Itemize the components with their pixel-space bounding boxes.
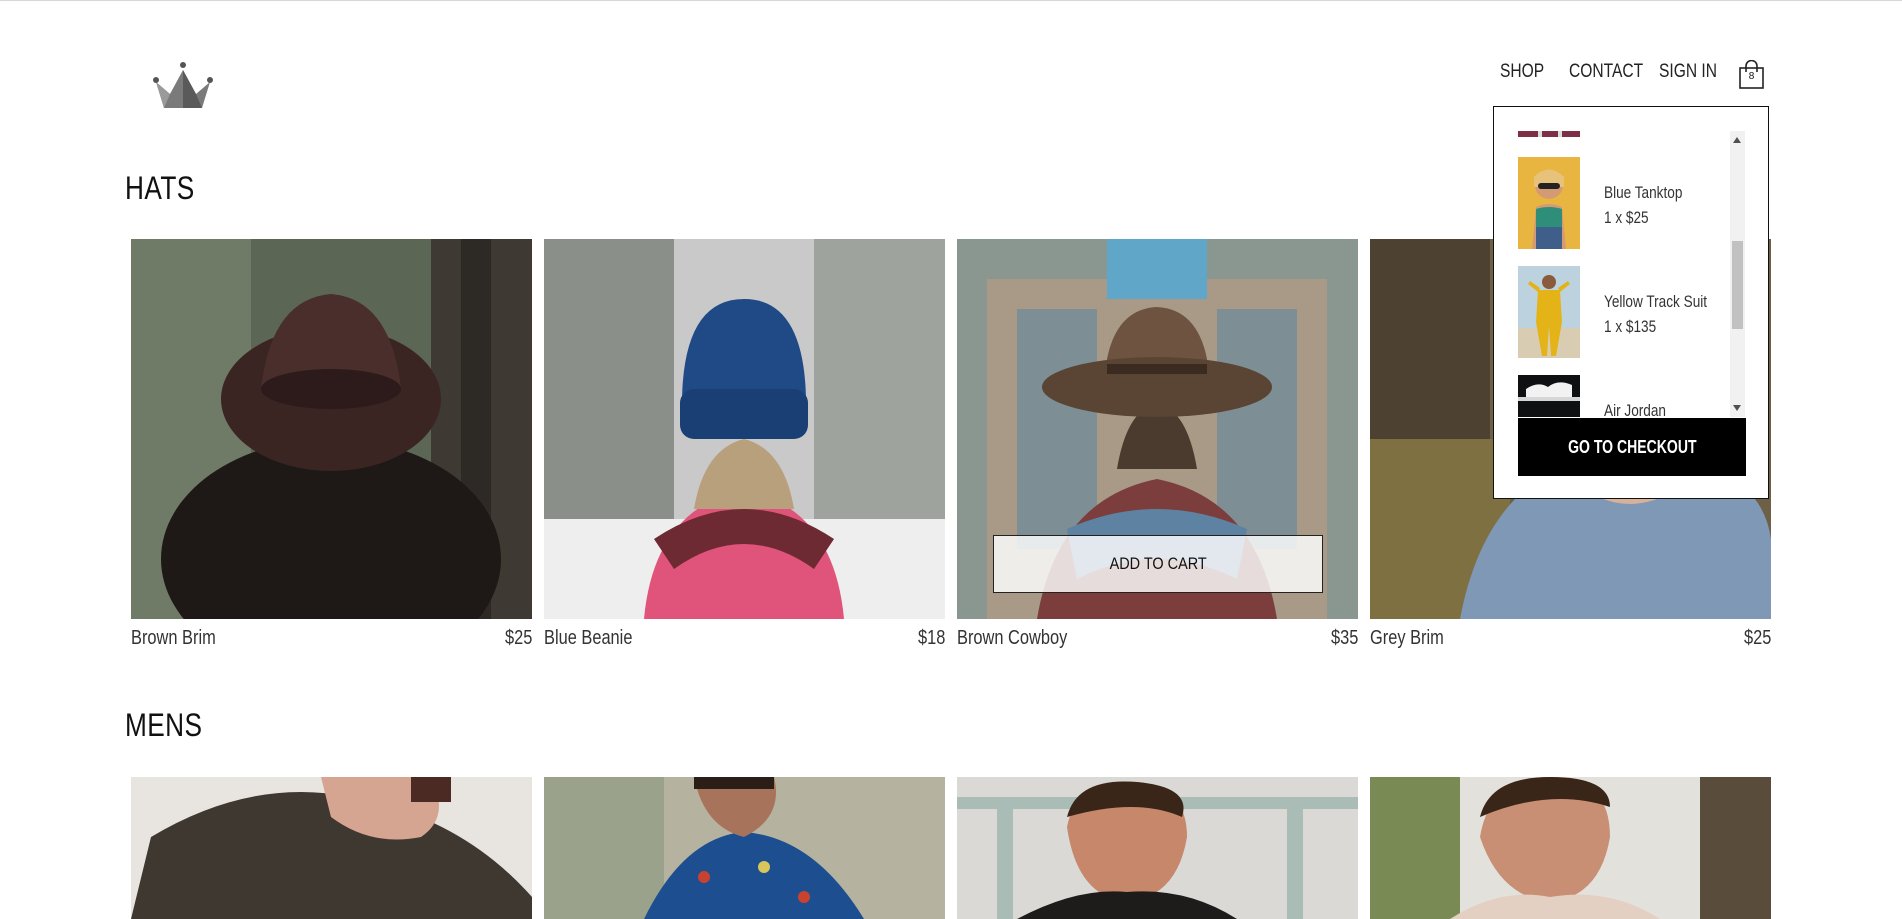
cart-item-partial xyxy=(1518,131,1728,141)
product-price: $18 xyxy=(917,627,945,649)
cart-item-thumbnail xyxy=(1518,131,1580,137)
scroll-down-arrow-icon[interactable] xyxy=(1733,405,1741,411)
cart-bag-button[interactable]: 8 xyxy=(1738,59,1765,90)
cart-item-qty-price: 1 x $135 xyxy=(1604,317,1657,336)
product-card-brown-brim[interactable] xyxy=(131,239,532,619)
product-image xyxy=(131,777,532,919)
product-name: Grey Brim xyxy=(1370,627,1444,649)
product-footer: Grey Brim $25 xyxy=(1370,627,1771,653)
cart-item: Yellow Track Suit 1 x $135 xyxy=(1518,266,1728,362)
product-name: Brown Cowboy xyxy=(957,627,1068,649)
product-card-mens-1[interactable] xyxy=(131,777,532,919)
add-to-cart-label: ADD TO CART xyxy=(1109,554,1207,573)
add-to-cart-button[interactable]: ADD TO CART xyxy=(993,535,1323,593)
scroll-up-arrow-icon[interactable] xyxy=(1733,137,1741,143)
product-card-blue-beanie[interactable] xyxy=(544,239,945,619)
nav-shop[interactable]: SHOP xyxy=(1500,61,1544,83)
nav-sign-in[interactable]: SIGN IN xyxy=(1659,61,1717,83)
product-card-mens-3[interactable] xyxy=(957,777,1358,919)
product-card-mens-4[interactable] xyxy=(1370,777,1771,919)
cart-item-thumbnail xyxy=(1518,266,1580,358)
go-to-checkout-button[interactable]: GO TO CHECKOUT xyxy=(1518,418,1746,476)
product-image xyxy=(1370,777,1771,919)
section-title-mens[interactable]: MENS xyxy=(125,707,202,744)
product-name: Blue Beanie xyxy=(544,627,633,649)
product-footer: Blue Beanie $18 xyxy=(544,627,945,653)
cart-item-thumbnail xyxy=(1518,157,1580,249)
cart-item-thumbnail xyxy=(1518,375,1580,417)
product-footer: Brown Brim $25 xyxy=(131,627,532,653)
cart-item-qty-price: 1 x $25 xyxy=(1604,208,1649,227)
product-image xyxy=(544,239,945,619)
product-card-brown-cowboy[interactable]: ADD TO CART xyxy=(957,239,1358,619)
product-price: $35 xyxy=(1330,627,1358,649)
cart-item: Blue Tanktop 1 x $25 xyxy=(1518,157,1728,253)
product-price: $25 xyxy=(504,627,532,649)
product-image xyxy=(544,777,945,919)
cart-scrollbar[interactable] xyxy=(1730,131,1745,417)
cart-items-list[interactable]: Blue Tanktop 1 x $25 Yellow Track Suit 1… xyxy=(1518,131,1728,417)
product-name: Brown Brim xyxy=(131,627,216,649)
crown-icon[interactable] xyxy=(152,60,214,110)
product-image xyxy=(131,239,532,619)
top-divider xyxy=(0,0,1902,1)
product-footer: Brown Cowboy $35 xyxy=(957,627,1358,653)
cart-item: Air Jordan xyxy=(1518,375,1728,417)
checkout-label: GO TO CHECKOUT xyxy=(1567,437,1697,457)
cart-item-name: Air Jordan xyxy=(1604,401,1666,417)
section-title-hats[interactable]: HATS xyxy=(125,170,195,207)
product-card-mens-2[interactable] xyxy=(544,777,945,919)
product-image xyxy=(957,777,1358,919)
bag-count: 8 xyxy=(1748,71,1755,82)
scroll-thumb[interactable] xyxy=(1732,241,1743,329)
cart-item-name: Yellow Track Suit xyxy=(1604,292,1708,311)
cart-item-name: Blue Tanktop xyxy=(1604,183,1683,202)
nav-contact[interactable]: CONTACT xyxy=(1569,61,1643,83)
product-price: $25 xyxy=(1743,627,1771,649)
cart-dropdown: Blue Tanktop 1 x $25 Yellow Track Suit 1… xyxy=(1493,106,1769,499)
